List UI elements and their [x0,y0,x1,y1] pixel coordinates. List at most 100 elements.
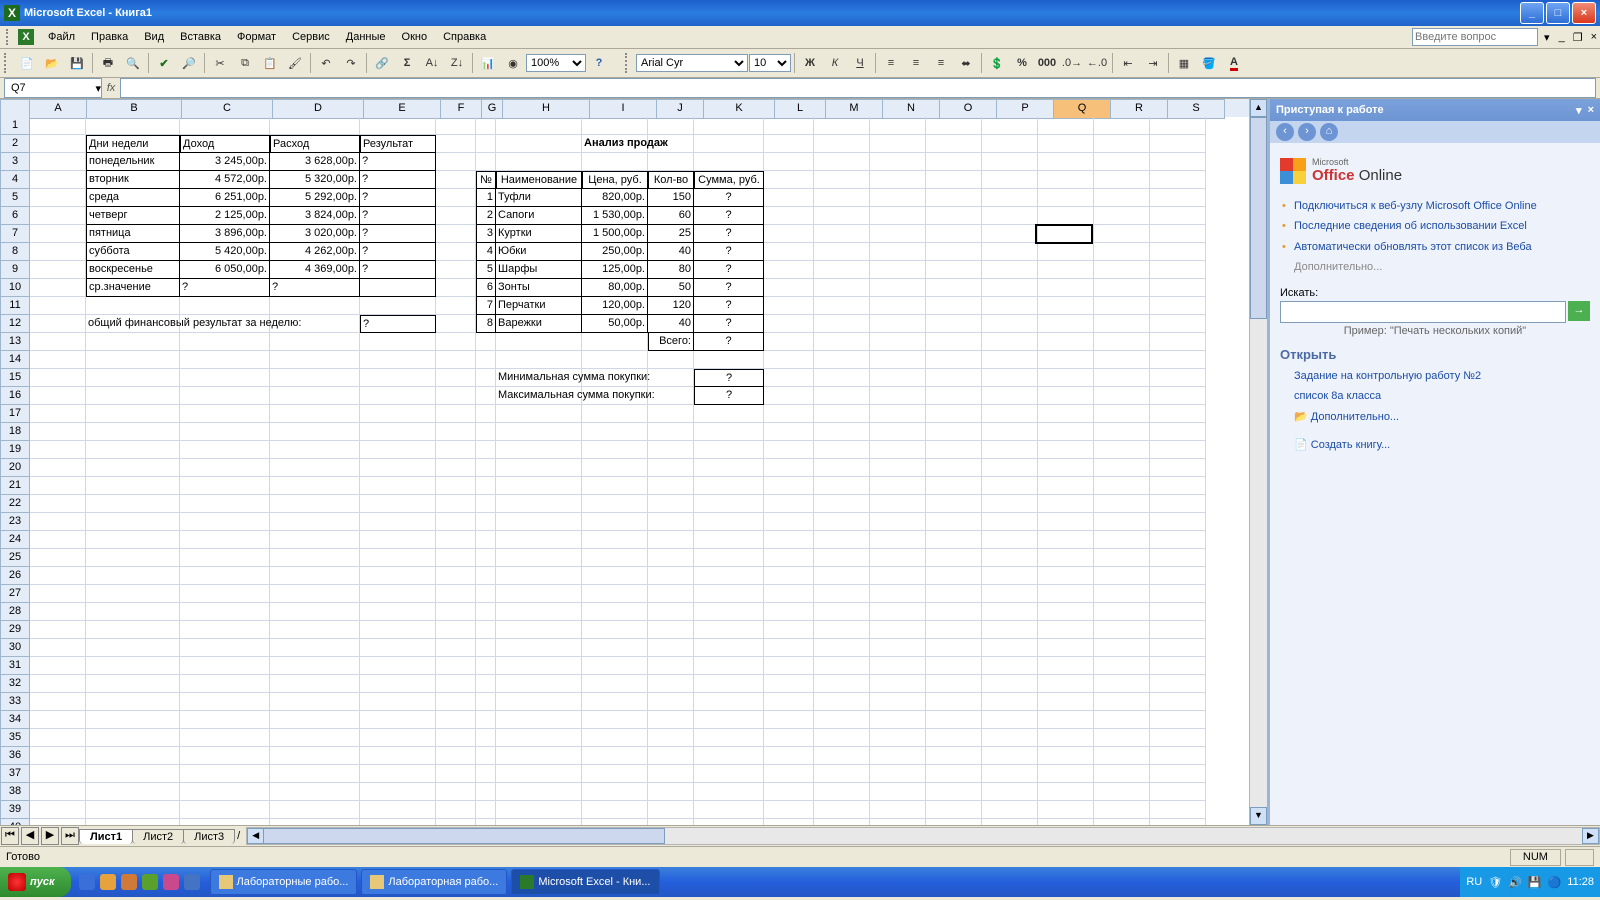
cell-F24[interactable] [436,531,476,549]
row-header-19[interactable]: 19 [0,441,30,459]
cell-Q10[interactable] [1038,279,1094,297]
cell-H19[interactable] [496,441,582,459]
cell-D32[interactable] [270,675,360,693]
cell-L37[interactable] [764,765,814,783]
scroll-thumb[interactable] [1250,117,1267,319]
row-header-21[interactable]: 21 [0,477,30,495]
cell-S13[interactable] [1150,333,1206,351]
cell-L3[interactable] [764,153,814,171]
cell-P31[interactable] [982,657,1038,675]
cell-E5[interactable]: ? [360,189,436,207]
cell-S31[interactable] [1150,657,1206,675]
cell-G39[interactable] [476,801,496,819]
cell-J37[interactable] [648,765,694,783]
cell-R26[interactable] [1094,567,1150,585]
cell-K24[interactable] [694,531,764,549]
cell-G3[interactable] [476,153,496,171]
fill-color-button[interactable]: 🪣 [1197,51,1221,75]
cell-S26[interactable] [1150,567,1206,585]
cell-Q20[interactable] [1038,459,1094,477]
cell-N19[interactable] [870,441,926,459]
cell-S36[interactable] [1150,747,1206,765]
cell-L12[interactable] [764,315,814,333]
row-header-39[interactable]: 39 [0,801,30,819]
cell-J4[interactable]: Кол-во [648,171,694,189]
cell-E7[interactable]: ? [360,225,436,243]
cell-M34[interactable] [814,711,870,729]
row-header-1[interactable]: 1 [0,117,30,135]
start-button[interactable]: пуск [0,867,71,897]
cell-M23[interactable] [814,513,870,531]
cell-L15[interactable] [764,369,814,387]
cell-L19[interactable] [764,441,814,459]
cell-F3[interactable] [436,153,476,171]
cell-P29[interactable] [982,621,1038,639]
cell-F27[interactable] [436,585,476,603]
cell-K23[interactable] [694,513,764,531]
cell-E16[interactable] [360,387,436,405]
cell-H5[interactable]: Туфли [496,189,582,207]
cell-Q11[interactable] [1038,297,1094,315]
cell-G37[interactable] [476,765,496,783]
cell-N1[interactable] [870,117,926,135]
decrease-decimal-button[interactable]: ←.0 [1085,51,1109,75]
cell-O4[interactable] [926,171,982,189]
cell-S16[interactable] [1150,387,1206,405]
cell-E9[interactable]: ? [360,261,436,279]
cell-B32[interactable] [86,675,180,693]
cell-O1[interactable] [926,117,982,135]
cell-K10[interactable]: ? [694,279,764,297]
cell-J28[interactable] [648,603,694,621]
cell-S33[interactable] [1150,693,1206,711]
cell-E25[interactable] [360,549,436,567]
cell-C36[interactable] [180,747,270,765]
tab-next-button[interactable]: ▶ [41,827,59,845]
cell-E15[interactable] [360,369,436,387]
cell-O31[interactable] [926,657,982,675]
cell-E13[interactable] [360,333,436,351]
cell-R24[interactable] [1094,531,1150,549]
taskpane-more-link[interactable]: Дополнительно... [1280,257,1590,277]
cell-B29[interactable] [86,621,180,639]
cell-L11[interactable] [764,297,814,315]
cell-C9[interactable]: 6 050,00р. [180,261,270,279]
cell-I30[interactable] [582,639,648,657]
merge-center-button[interactable]: ⬌ [954,51,978,75]
cell-N20[interactable] [870,459,926,477]
cell-B13[interactable] [86,333,180,351]
cell-A12[interactable] [30,315,86,333]
cell-A10[interactable] [30,279,86,297]
row-header-12[interactable]: 12 [0,315,30,333]
cell-J40[interactable] [648,819,694,825]
cell-P21[interactable] [982,477,1038,495]
cell-O9[interactable] [926,261,982,279]
cell-M7[interactable] [814,225,870,243]
cell-D29[interactable] [270,621,360,639]
cell-E26[interactable] [360,567,436,585]
cell-H31[interactable] [496,657,582,675]
row-header-36[interactable]: 36 [0,747,30,765]
increase-decimal-button[interactable]: .0→ [1060,51,1084,75]
cell-S11[interactable] [1150,297,1206,315]
quick-launch-icon[interactable] [121,874,137,890]
cell-P20[interactable] [982,459,1038,477]
cell-S34[interactable] [1150,711,1206,729]
cell-Q1[interactable] [1038,117,1094,135]
increase-indent-button[interactable]: ⇥ [1141,51,1165,75]
paste-button[interactable]: 📋 [258,51,282,75]
column-header-K[interactable]: K [704,99,775,119]
cell-L34[interactable] [764,711,814,729]
cell-G1[interactable] [476,117,496,135]
cell-G4[interactable]: № [476,171,496,189]
cell-H25[interactable] [496,549,582,567]
cell-M36[interactable] [814,747,870,765]
cell-C5[interactable]: 6 251,00р. [180,189,270,207]
cell-A3[interactable] [30,153,86,171]
cell-G9[interactable]: 5 [476,261,496,279]
cell-M30[interactable] [814,639,870,657]
cell-R19[interactable] [1094,441,1150,459]
cell-M1[interactable] [814,117,870,135]
cell-P15[interactable] [982,369,1038,387]
cell-R37[interactable] [1094,765,1150,783]
cell-G23[interactable] [476,513,496,531]
